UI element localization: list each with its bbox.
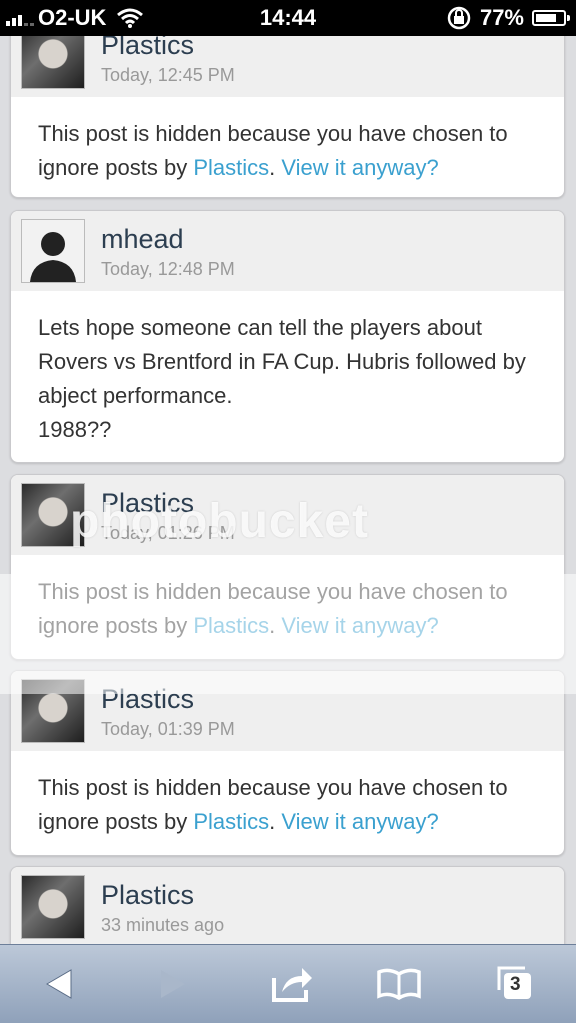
back-icon [46,969,72,999]
watermark-logo: photobucket [70,495,369,548]
ignored-author-link[interactable]: Plastics [193,155,269,180]
separator: . [269,155,276,180]
post-card: mhead Today, 12:48 PM Lets hope someone … [10,210,565,463]
battery-percent: 77% [479,5,524,30]
post-author[interactable]: Plastics [101,36,194,61]
ignored-author-link[interactable]: Plastics [193,613,269,638]
tabs-count: 3 [510,974,521,995]
post-time: Today, 12:45 PM [101,65,235,85]
post-body: This post is hidden because you have cho… [11,555,564,659]
view-anyway-link[interactable]: View it anyway? [281,613,438,638]
ignored-author-link[interactable]: Plastics [193,809,269,834]
tabs-button[interactable]: 3 [490,959,540,1009]
post-time: Today, 12:48 PM [101,259,235,279]
post-time: Today, 01:39 PM [101,719,235,739]
bookmarks-icon [377,968,421,1001]
post-card: Plastics Today, 01:39 PM This post is hi… [10,670,565,856]
separator: . [269,613,276,638]
post-header: Plastics Today, 01:39 PM [11,671,564,751]
post-body: This post is hidden because you have cho… [11,751,564,855]
post-body: Lets hope someone can tell the players a… [11,291,564,462]
post-card: Plastics 33 minutes ago [10,866,565,944]
forward-button[interactable] [148,959,198,1009]
post-card: Plastics Today, 12:45 PM This post is hi… [10,36,565,198]
share-button[interactable] [266,959,316,1009]
post-header: Plastics 33 minutes ago [11,867,564,944]
status-bar: O2-UK 14:44 77% [0,0,576,36]
thread-content[interactable]: Plastics Today, 12:45 PM This post is hi… [0,36,576,944]
status-right: 77% [446,5,570,31]
bookmarks-button[interactable] [374,959,424,1009]
post-author[interactable]: Plastics [101,880,194,911]
avatar[interactable] [21,36,85,89]
browser-toolbar: 3 [0,944,576,1023]
default-avatar-icon [22,220,84,282]
avatar[interactable] [21,219,85,283]
post-header: mhead Today, 12:48 PM [11,211,564,291]
post-header: Plastics Today, 12:45 PM [11,36,564,97]
view-anyway-link[interactable]: View it anyway? [281,809,438,834]
share-icon [272,968,312,1002]
forward-icon [161,970,185,998]
back-button[interactable] [34,959,84,1009]
avatar[interactable] [21,679,85,743]
avatar[interactable] [21,875,85,939]
post-text: Lets hope someone can tell the players a… [38,315,526,408]
separator: . [269,809,276,834]
rotation-lock-icon [447,6,471,30]
view-anyway-link[interactable]: View it anyway? [281,155,438,180]
post-text: 1988?? [38,417,112,442]
post-author[interactable]: mhead [101,224,184,255]
post-time: 33 minutes ago [101,915,225,935]
battery-icon [532,10,570,26]
post-body: This post is hidden because you have cho… [11,97,564,197]
post-author[interactable]: Plastics [101,684,194,715]
